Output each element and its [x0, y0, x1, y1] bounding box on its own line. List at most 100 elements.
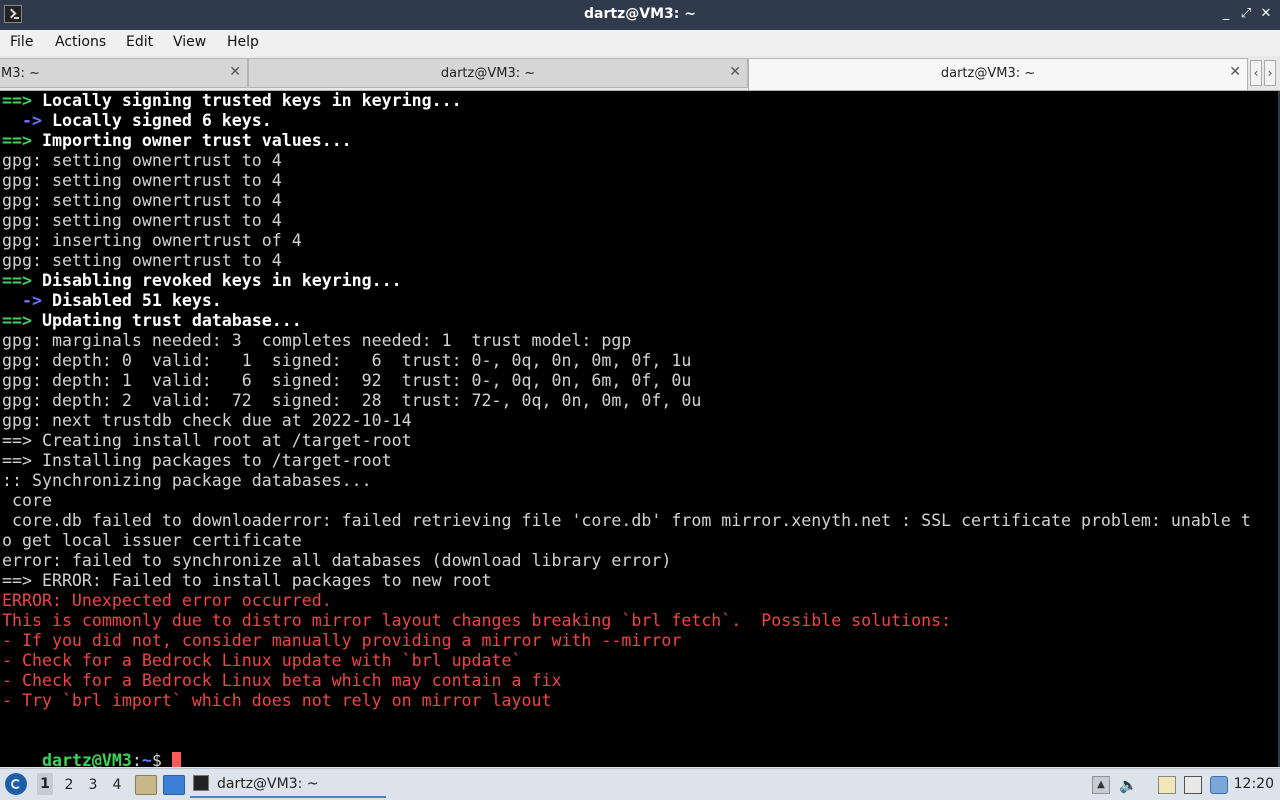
window-titlebar[interactable]: dartz@VM3: ~ _ ⤢ ✕: [0, 0, 1280, 30]
terminal-icon: [193, 775, 209, 791]
clipboard-icon[interactable]: [1158, 776, 1176, 794]
tab-bar: M3: ~ ✕ dartz@VM3: ~ ✕ dartz@VM3: ~ ✕ ‹ …: [0, 56, 1280, 91]
prompt-line[interactable]: dartz@VM3:~$: [2, 731, 181, 767]
tab-scroll-left-icon[interactable]: ‹: [1250, 60, 1262, 86]
line-text: gpg: setting ownertrust to 4: [2, 171, 282, 190]
line-text: error: failed to synchronize all databas…: [2, 551, 672, 570]
terminal-line: - If you did not, consider manually prov…: [2, 631, 681, 651]
workspace-4[interactable]: 4: [109, 777, 125, 793]
line-text: - Check for a Bedrock Linux update with …: [2, 651, 522, 670]
line-text: - If you did not, consider manually prov…: [2, 631, 682, 650]
line-text: gpg: setting ownertrust to 4: [2, 151, 282, 170]
terminal-line: core.db failed to downloaderror: failed …: [2, 511, 1251, 531]
tab-label: dartz@VM3: ~: [940, 66, 1036, 81]
terminal-line: gpg: next trustdb check due at 2022-10-1…: [2, 411, 412, 431]
menu-view[interactable]: View: [173, 34, 206, 50]
terminal-line: gpg: setting ownertrust to 4: [2, 251, 282, 271]
terminal-line: ERROR: Unexpected error occurred.: [2, 591, 332, 611]
tab-2[interactable]: dartz@VM3: ~ ✕: [248, 58, 748, 88]
terminal-line: gpg: depth: 1 valid: 6 signed: 92 trust:…: [2, 371, 691, 391]
prompt-separator: :: [131, 751, 142, 767]
line-prefix: ==>: [2, 91, 32, 110]
line-text: This is commonly due to distro mirror la…: [2, 611, 952, 630]
terminal-line: gpg: setting ownertrust to 4: [2, 211, 282, 231]
line-text: Disabled 51 keys.: [41, 291, 222, 310]
line-text: ==> ERROR: Failed to install packages to…: [2, 571, 492, 590]
terminal-line: ==> Installing packages to /target-root: [2, 451, 392, 471]
file-manager-icon[interactable]: [135, 775, 157, 795]
network-icon[interactable]: [1210, 776, 1228, 794]
line-text: ERROR: Unexpected error occurred.: [2, 591, 332, 610]
maximize-icon[interactable]: ⤢: [1238, 6, 1254, 22]
terminal-line: gpg: depth: 2 valid: 72 signed: 28 trust…: [2, 391, 701, 411]
line-text: gpg: depth: 1 valid: 6 signed: 92 trust:…: [2, 371, 692, 390]
terminal-line: - Try `brl import` which does not rely o…: [2, 691, 551, 711]
tab-label: M3: ~: [1, 66, 40, 81]
tab-close-icon[interactable]: ✕: [1229, 64, 1241, 80]
terminal-line: gpg: setting ownertrust to 4: [2, 171, 282, 191]
line-text: o get local issuer certificate: [2, 531, 302, 550]
taskbar-task-terminal[interactable]: dartz@VM3: ~: [190, 771, 386, 798]
menu-file[interactable]: File: [10, 34, 33, 50]
taskbar: 1 2 3 4 dartz@VM3: ~ ▲ 🔈 12:20: [0, 768, 1280, 800]
terminal-line: ==> Importing owner trust values...: [2, 131, 352, 151]
terminal-line: gpg: inserting ownertrust of 4: [2, 231, 302, 251]
line-prefix: ==>: [2, 131, 32, 150]
terminal-line: -> Disabled 51 keys.: [2, 291, 222, 311]
line-prefix: ->: [21, 111, 42, 130]
prompt-symbol: $: [151, 751, 172, 767]
line-text: Disabling revoked keys in keyring...: [31, 271, 402, 290]
line-text: Locally signing trusted keys in keyring.…: [31, 91, 462, 110]
show-desktop-icon[interactable]: [163, 775, 185, 795]
task-label: dartz@VM3: ~: [217, 776, 319, 792]
line-text: ==> Installing packages to /target-root: [2, 451, 392, 470]
terminal-line: error: failed to synchronize all databas…: [2, 551, 671, 571]
tray-arrow-icon[interactable]: ▲: [1092, 776, 1110, 794]
line-text: core: [2, 491, 52, 510]
start-menu-icon[interactable]: [5, 773, 27, 795]
terminal-line: ==> Locally signing trusted keys in keyr…: [2, 91, 462, 111]
close-icon[interactable]: ✕: [1258, 6, 1274, 22]
terminal-line: ==> ERROR: Failed to install packages to…: [2, 571, 492, 591]
tab-3-active[interactable]: dartz@VM3: ~ ✕: [748, 58, 1248, 90]
menu-edit[interactable]: Edit: [126, 34, 153, 50]
line-text: Updating trust database...: [31, 311, 302, 330]
tab-close-icon[interactable]: ✕: [729, 64, 741, 80]
workspace-3[interactable]: 3: [85, 777, 101, 793]
menu-actions[interactable]: Actions: [55, 34, 106, 50]
tab-label: dartz@VM3: ~: [440, 66, 536, 81]
line-text: gpg: marginals needed: 3 completes neede…: [2, 331, 632, 350]
line-text: gpg: inserting ownertrust of 4: [2, 231, 302, 250]
terminal-line: gpg: depth: 0 valid: 1 signed: 6 trust: …: [2, 351, 691, 371]
workspace-1[interactable]: 1: [37, 773, 53, 795]
clock: 12:20: [1233, 776, 1274, 792]
line-text: gpg: next trustdb check due at 2022-10-1…: [2, 411, 412, 430]
tab-close-icon[interactable]: ✕: [229, 64, 241, 80]
volume-icon[interactable]: 🔈: [1119, 776, 1138, 794]
terminal-output[interactable]: ==> Locally signing trusted keys in keyr…: [0, 91, 1280, 767]
line-text: gpg: depth: 0 valid: 1 signed: 6 trust: …: [2, 351, 692, 370]
line-text: gpg: setting ownertrust to 4: [2, 251, 282, 270]
terminal-line: :: Synchronizing package databases...: [2, 471, 372, 491]
line-text: :: Synchronizing package databases...: [2, 471, 372, 490]
line-text: gpg: setting ownertrust to 4: [2, 211, 282, 230]
keyboard-icon[interactable]: [1184, 776, 1202, 794]
line-text: Importing owner trust values...: [31, 131, 352, 150]
line-prefix: ->: [21, 291, 42, 310]
tab-1[interactable]: M3: ~ ✕: [0, 58, 248, 88]
menu-help[interactable]: Help: [227, 34, 259, 50]
line-text: - Check for a Bedrock Linux beta which m…: [2, 671, 562, 690]
terminal-line: - Check for a Bedrock Linux beta which m…: [2, 671, 561, 691]
terminal-line: ==> Creating install root at /target-roo…: [2, 431, 412, 451]
terminal-line: ==> Disabling revoked keys in keyring...: [2, 271, 402, 291]
line-text: gpg: depth: 2 valid: 72 signed: 28 trust…: [2, 391, 702, 410]
minimize-icon[interactable]: _: [1218, 6, 1234, 22]
terminal-line: gpg: setting ownertrust to 4: [2, 151, 282, 171]
tab-scroll-right-icon[interactable]: ›: [1264, 60, 1276, 86]
workspace-2[interactable]: 2: [61, 777, 77, 793]
prompt-path: ~: [141, 751, 152, 767]
terminal-line: This is commonly due to distro mirror la…: [2, 611, 951, 631]
terminal-line: o get local issuer certificate: [2, 531, 302, 551]
